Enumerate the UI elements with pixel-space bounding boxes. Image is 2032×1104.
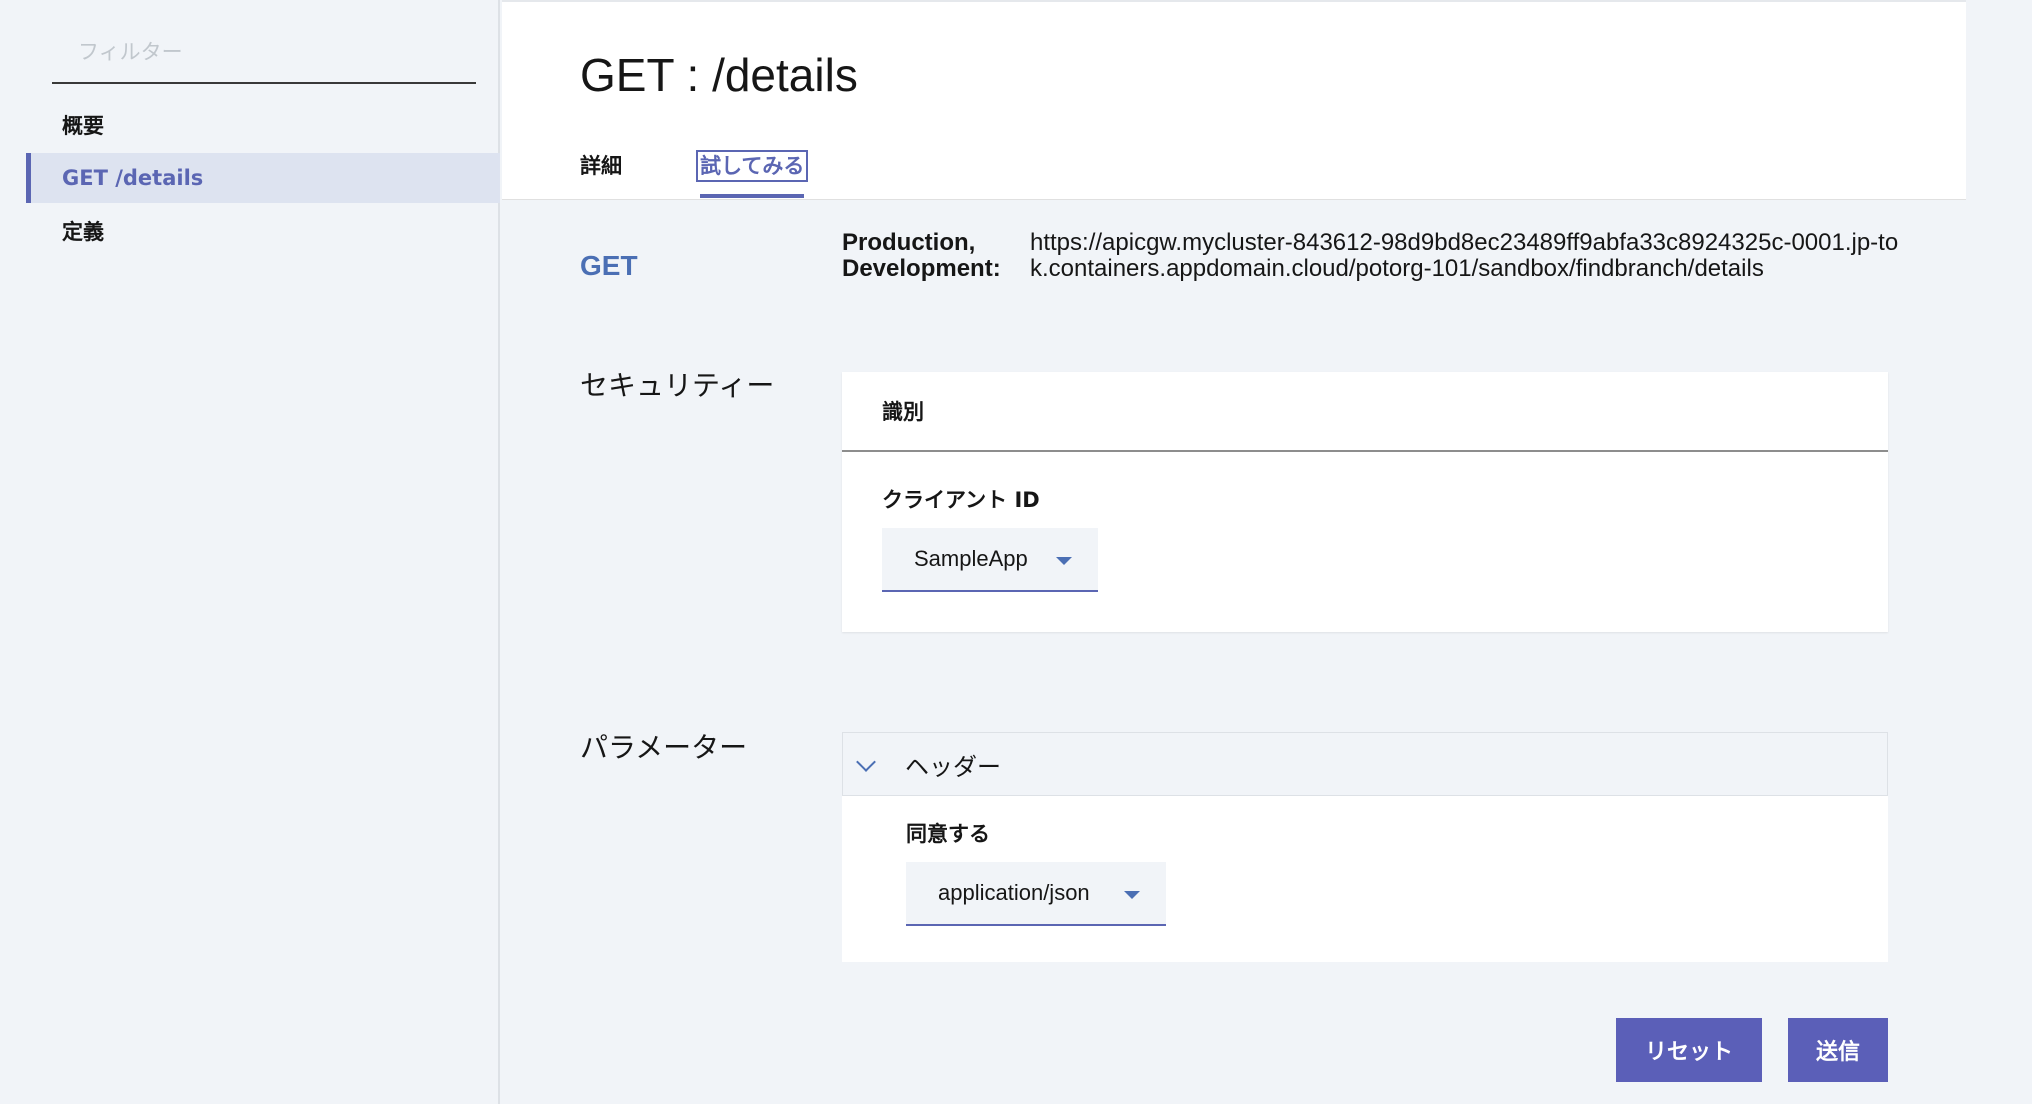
client-id-label: クライアント ID [882, 488, 1040, 512]
chevron-down-icon [1056, 557, 1072, 565]
tab-try-it[interactable]: 試してみる [695, 150, 809, 198]
app-root: 概要 GET /details 定義 GET : /details 詳細 試して… [0, 0, 2032, 1104]
main-panel: GET : /details 詳細 試してみる GET Production, … [502, 0, 1966, 1104]
security-section-label: セキュリティー [580, 369, 775, 402]
sidebar: 概要 GET /details 定義 [0, 0, 500, 1104]
chevron-down-icon [1124, 891, 1140, 899]
right-margin [1966, 0, 2032, 1104]
tab-try-it-label: 試してみる [695, 150, 809, 182]
page-header: GET : /details 詳細 試してみる [502, 0, 1966, 200]
reset-button[interactable]: リセット [1616, 1018, 1762, 1082]
http-method: GET [580, 250, 638, 281]
chevron-down-icon [856, 752, 876, 772]
parameters-card: ヘッダー 同意する application/json [842, 732, 1888, 962]
environment-labels: Production, Development: [842, 229, 1001, 282]
accept-value: application/json [938, 880, 1090, 905]
accept-select[interactable]: application/json [906, 862, 1166, 926]
tab-details-label: 詳細 [580, 154, 622, 178]
sidebar-item-overview[interactable]: 概要 [26, 100, 500, 150]
filter-input[interactable] [78, 40, 476, 64]
tab-bar: 詳細 試してみる [580, 150, 809, 198]
headers-accordion[interactable]: ヘッダー [842, 732, 1888, 796]
client-id-select[interactable]: SampleApp [882, 528, 1098, 592]
tab-details[interactable]: 詳細 [580, 150, 622, 198]
headers-accordion-title: ヘッダー [905, 752, 1001, 781]
security-card: 識別 クライアント ID SampleApp [842, 372, 1888, 632]
sidebar-nav: 概要 GET /details 定義 [26, 100, 500, 259]
sidebar-item-definitions[interactable]: 定義 [26, 206, 500, 256]
filter-field[interactable] [52, 22, 476, 84]
accept-label: 同意する [906, 822, 990, 846]
client-id-value: SampleApp [914, 546, 1028, 571]
page-title: GET : /details [580, 49, 858, 101]
send-button[interactable]: 送信 [1788, 1018, 1888, 1082]
parameters-section-label: パラメーター [580, 731, 748, 764]
endpoint-url: https://apicgw.mycluster-843612-98d9bd8e… [1030, 229, 1899, 282]
sidebar-item-get-details[interactable]: GET /details [26, 153, 500, 203]
identification-title: 識別 [842, 372, 1888, 452]
